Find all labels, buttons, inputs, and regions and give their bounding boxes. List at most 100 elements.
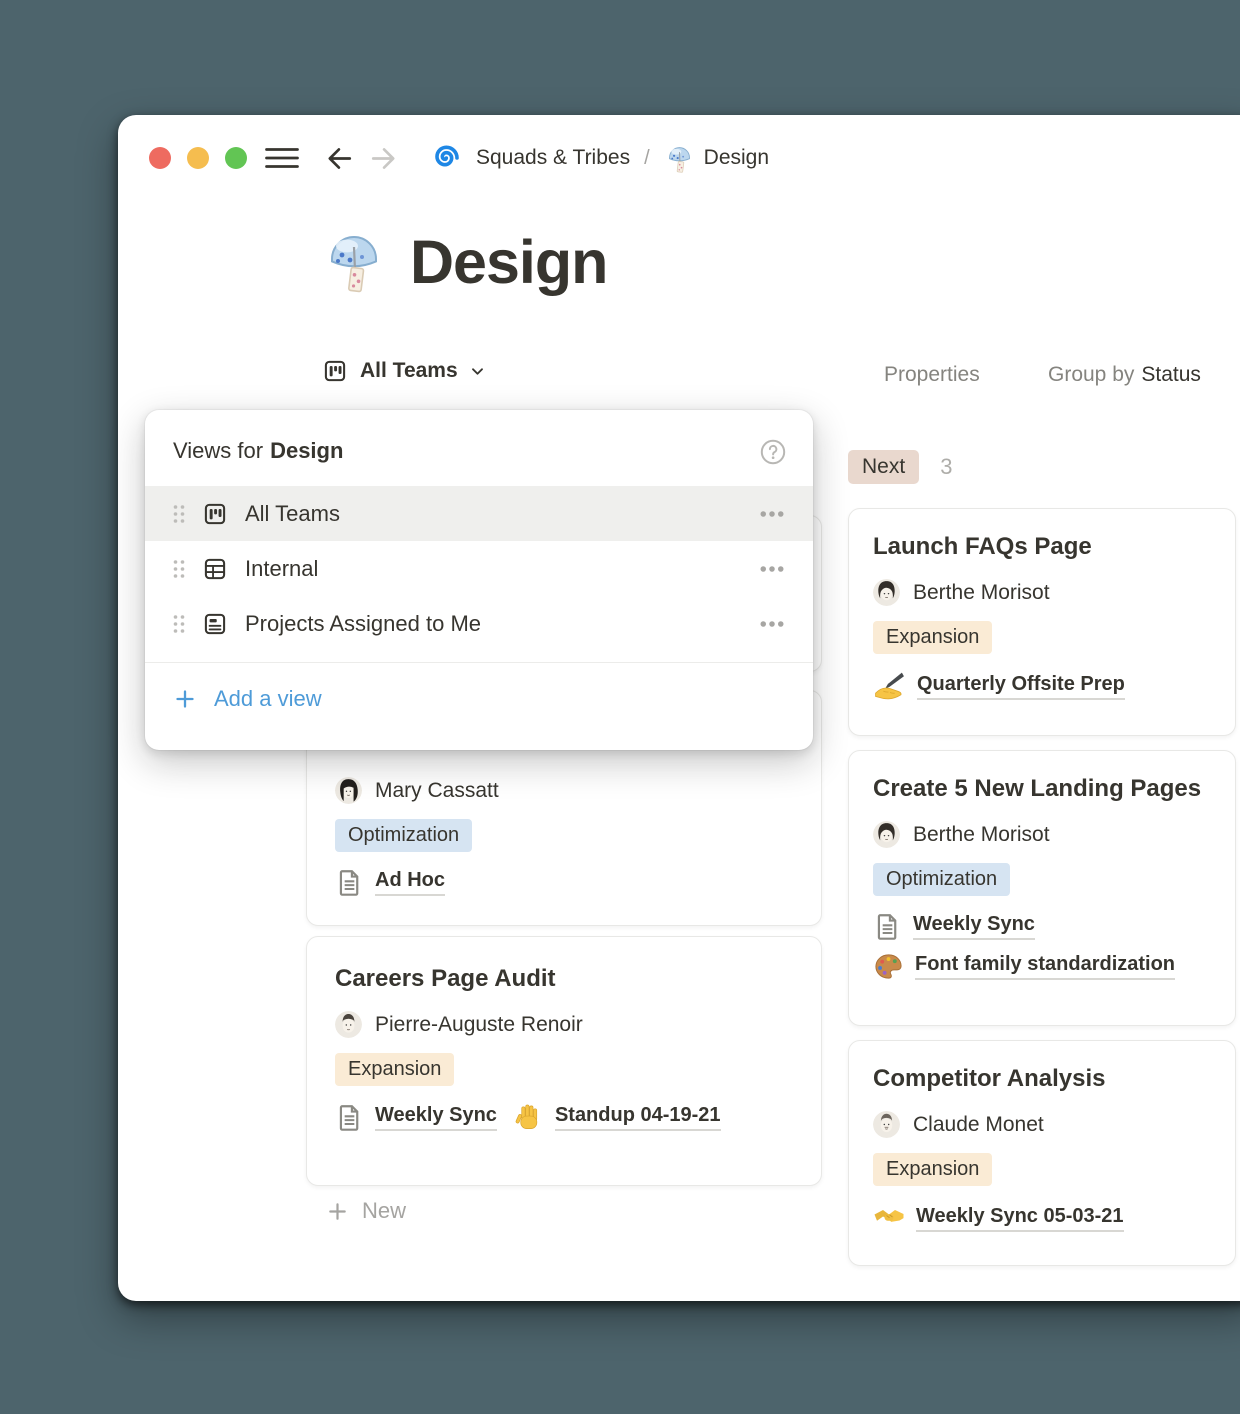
zoom-window-button[interactable] bbox=[225, 147, 247, 169]
properties-button[interactable]: Properties bbox=[884, 363, 980, 387]
page-link-label: Font family standardization bbox=[915, 953, 1175, 980]
person-name: Claude Monet bbox=[913, 1113, 1044, 1137]
breadcrumb-separator: / bbox=[644, 147, 650, 170]
card-person: Claude Monet bbox=[873, 1111, 1211, 1138]
plus-icon bbox=[173, 687, 197, 711]
raised-hand-icon bbox=[513, 1102, 544, 1133]
add-view-label: Add a view bbox=[214, 686, 322, 712]
group-by-label: Group by bbox=[1048, 363, 1134, 386]
page-link[interactable]: Standup 04-19-21 bbox=[513, 1102, 721, 1133]
arrow-left-icon bbox=[325, 144, 354, 173]
minimize-window-button[interactable] bbox=[187, 147, 209, 169]
help-button[interactable] bbox=[759, 438, 787, 466]
breadcrumb-page[interactable]: Design bbox=[704, 146, 769, 170]
page-icon bbox=[873, 912, 902, 941]
card-person: Berthe Morisot bbox=[873, 821, 1211, 848]
card-person: Berthe Morisot bbox=[873, 579, 1211, 606]
drag-handle-icon[interactable] bbox=[171, 557, 187, 581]
handshake-icon bbox=[873, 1202, 905, 1234]
page-link[interactable]: Weekly Sync 05-03-21 bbox=[873, 1202, 1124, 1234]
page-heading: Design bbox=[322, 229, 607, 293]
help-icon bbox=[759, 438, 787, 466]
group-by-button[interactable]: Group by Status bbox=[1048, 363, 1201, 387]
page-link[interactable]: Weekly Sync bbox=[335, 1103, 497, 1132]
page-title[interactable]: Design bbox=[410, 232, 607, 293]
close-window-button[interactable] bbox=[149, 147, 171, 169]
table-view-icon bbox=[202, 556, 228, 582]
page-icon bbox=[335, 868, 364, 897]
view-row-label: Projects Assigned to Me bbox=[245, 611, 757, 637]
tag-expansion: Expansion bbox=[873, 1153, 992, 1186]
more-options-icon[interactable] bbox=[757, 499, 787, 529]
tag-optimization: Optimization bbox=[335, 819, 472, 852]
card-create-5-new-landing-pages[interactable]: Create 5 New Landing Pages Berthe Moriso… bbox=[848, 750, 1236, 1026]
breadcrumb-workspace[interactable]: Squads & Tribes bbox=[476, 146, 630, 170]
views-popup-heading-subject: Design bbox=[270, 438, 343, 464]
app-window: Squads & Tribes / Design Design All Team… bbox=[118, 115, 1240, 1301]
plus-icon bbox=[326, 1200, 349, 1223]
group-by-value: Status bbox=[1141, 363, 1201, 386]
more-options-icon[interactable] bbox=[757, 609, 787, 639]
wind-chime-icon-small bbox=[665, 144, 694, 173]
avatar-berthe-morisot bbox=[873, 821, 900, 848]
views-popup-heading-prefix: Views for bbox=[173, 438, 263, 464]
list-view-icon bbox=[202, 611, 228, 637]
add-view-button[interactable]: Add a view bbox=[145, 663, 813, 735]
view-row-projects-assigned-to-me[interactable]: Projects Assigned to Me bbox=[145, 596, 813, 651]
view-row-label: Internal bbox=[245, 556, 757, 582]
board-column-next: Next 3 Launch FAQs Page Berthe Morisot E… bbox=[848, 450, 1236, 1266]
person-name: Berthe Morisot bbox=[913, 823, 1050, 847]
views-popup: Views for Design All Teams Internal bbox=[145, 410, 813, 750]
page-link-label: Weekly Sync bbox=[913, 913, 1035, 940]
writing-hand-icon bbox=[873, 670, 906, 703]
group-count: 3 bbox=[940, 454, 952, 480]
wind-chime-icon-large[interactable] bbox=[322, 229, 386, 293]
card-title: Competitor Analysis bbox=[873, 1065, 1211, 1093]
view-row-label: All Teams bbox=[245, 501, 757, 527]
sidebar-toggle-button[interactable] bbox=[265, 146, 299, 170]
view-selector[interactable]: All Teams bbox=[322, 358, 485, 384]
page-link[interactable]: Font family standardization bbox=[873, 951, 1175, 982]
drag-handle-icon[interactable] bbox=[171, 612, 187, 636]
board-view-icon bbox=[202, 501, 228, 527]
page-link-label: Standup 04-19-21 bbox=[555, 1104, 721, 1131]
tag-expansion: Expansion bbox=[335, 1053, 454, 1086]
card-title: Careers Page Audit bbox=[335, 965, 793, 993]
avatar-berthe-morisot bbox=[873, 579, 900, 606]
chevron-down-icon bbox=[470, 364, 485, 379]
forward-button[interactable] bbox=[369, 144, 398, 173]
card-person: Mary Cassatt bbox=[335, 777, 793, 804]
arrow-right-icon bbox=[369, 144, 398, 173]
views-list: All Teams Internal Projects Assigned to … bbox=[145, 486, 813, 651]
person-name: Berthe Morisot bbox=[913, 581, 1050, 605]
view-row-internal[interactable]: Internal bbox=[145, 541, 813, 596]
drag-handle-icon[interactable] bbox=[171, 502, 187, 526]
spiral-logo-icon bbox=[429, 142, 461, 174]
add-card-label: New bbox=[362, 1198, 406, 1224]
view-selector-label: All Teams bbox=[360, 359, 458, 383]
top-navigation: Squads & Tribes / Design bbox=[265, 142, 769, 174]
group-header: Next 3 bbox=[848, 450, 1236, 484]
card-competitor-analysis[interactable]: Competitor Analysis Claude Monet Expansi… bbox=[848, 1040, 1236, 1266]
page-link-label: Weekly Sync bbox=[375, 1104, 497, 1131]
view-row-all-teams[interactable]: All Teams bbox=[145, 486, 813, 541]
workspace-logo bbox=[429, 142, 461, 174]
page-link[interactable]: Quarterly Offsite Prep bbox=[873, 670, 1125, 703]
page-icon bbox=[335, 1103, 364, 1132]
tag-optimization: Optimization bbox=[873, 863, 1010, 896]
group-status-badge[interactable]: Next bbox=[848, 450, 919, 484]
person-name: Mary Cassatt bbox=[375, 779, 499, 803]
page-link[interactable]: Ad Hoc bbox=[335, 868, 445, 897]
card-person: Pierre-Auguste Renoir bbox=[335, 1011, 793, 1038]
back-button[interactable] bbox=[325, 144, 354, 173]
card-launch-faqs-page[interactable]: Launch FAQs Page Berthe Morisot Expansio… bbox=[848, 508, 1236, 736]
desktop-background: Squads & Tribes / Design Design All Team… bbox=[0, 0, 1240, 1414]
avatar-mary-cassatt bbox=[335, 777, 362, 804]
page-link-label: Quarterly Offsite Prep bbox=[917, 673, 1125, 700]
page-link[interactable]: Weekly Sync bbox=[873, 912, 1035, 941]
person-name: Pierre-Auguste Renoir bbox=[375, 1013, 583, 1037]
views-popup-heading: Views for Design bbox=[145, 410, 813, 464]
more-options-icon[interactable] bbox=[757, 554, 787, 584]
add-card-button[interactable]: New bbox=[306, 1198, 822, 1224]
card-careers-page-audit[interactable]: Careers Page Audit Pierre-Auguste Renoir… bbox=[306, 936, 822, 1186]
